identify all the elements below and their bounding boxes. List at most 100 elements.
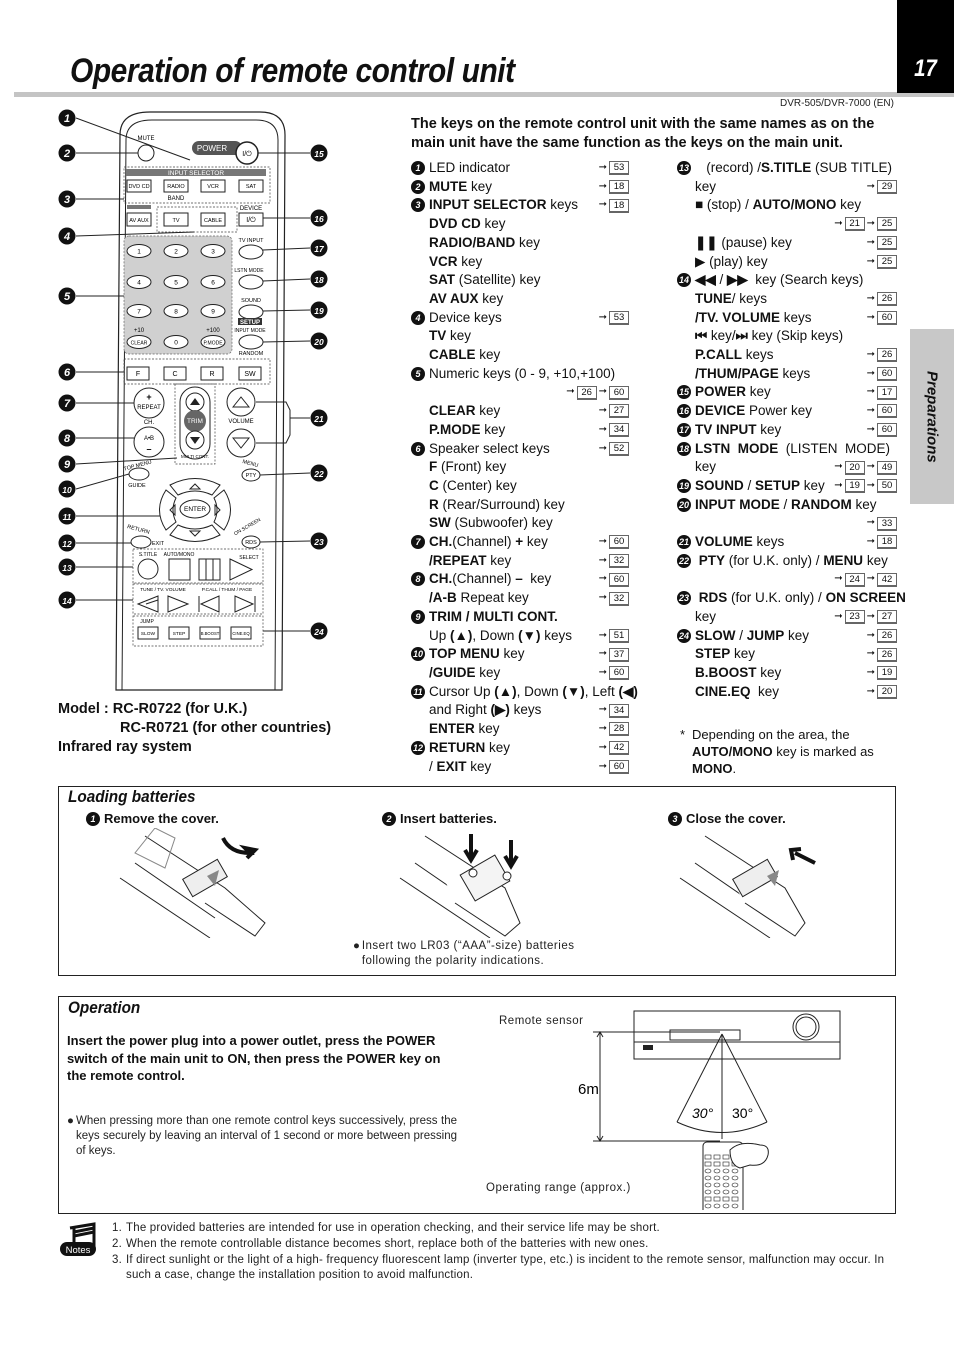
page-reference-book-icon[interactable]: 26 (877, 647, 897, 662)
page-reference-book-icon[interactable]: 26 (877, 628, 897, 643)
mini-remote-key (731, 1203, 739, 1209)
key-description: 8 CH.(Channel) – key (411, 570, 599, 589)
key-list-item: AV AUX key (411, 290, 629, 309)
digit-label: 8 (174, 309, 178, 316)
s-title-label: S.TITLE (139, 552, 158, 558)
page-reference-book-icon[interactable]: 37 (609, 647, 629, 662)
page-reference-book-icon[interactable]: 20 (844, 460, 865, 475)
lstn-mode-button[interactable] (238, 274, 264, 290)
page-reference-book-icon[interactable]: 25 (877, 236, 897, 251)
key-list-item: and Right (▶) keys ➞ 34 (411, 701, 629, 720)
page-references: ➞ 29 (867, 178, 897, 197)
input-mode-button[interactable] (238, 334, 264, 350)
page-reference-book-icon[interactable]: 20 (877, 685, 897, 700)
key-list-item: ➞ 26 ➞ 60 (411, 383, 629, 402)
callout-number: 3 (64, 194, 70, 206)
callout-number: 23 (677, 591, 691, 606)
page-reference-book-icon[interactable]: 32 (609, 591, 629, 606)
mini-remote-key (704, 1154, 712, 1160)
page-reference-book-icon[interactable]: 27 (609, 404, 629, 419)
page-reference-book-icon[interactable]: 26 (877, 292, 897, 307)
callout-number: 1 (64, 113, 70, 125)
return-exit-button[interactable] (130, 535, 152, 549)
key-list-item: 3 INPUT SELECTOR keys ➞ 18 (411, 196, 629, 215)
key-description: / EXIT key (429, 758, 492, 774)
tv-input-button[interactable] (238, 244, 264, 260)
page-reference-book-icon[interactable]: 42 (609, 741, 629, 756)
mini-remote-key (704, 1161, 712, 1167)
pause-button[interactable] (198, 558, 221, 581)
page-reference-book-icon[interactable]: 50 (877, 479, 897, 494)
key-description: DVD CD key (429, 216, 506, 232)
page-references: ➞ 60 (867, 421, 897, 440)
page-reference-book-icon[interactable]: 52 (609, 441, 629, 456)
page-references: ➞ 26 ➞ 60 (566, 383, 629, 402)
page-reference-book-icon[interactable]: 51 (609, 628, 629, 643)
page-reference-book-icon[interactable]: 18 (609, 198, 629, 213)
arrow-icon: ➞ (866, 573, 875, 585)
page-reference-book-icon[interactable]: 26 (576, 385, 597, 400)
arrow-icon: ➞ (598, 723, 607, 735)
arrow-icon: ➞ (866, 255, 875, 267)
page-reference-book-icon[interactable]: 33 (877, 516, 897, 531)
page-reference-book-icon[interactable]: 24 (844, 572, 865, 587)
sound-button[interactable] (238, 304, 264, 320)
page-reference-book-icon[interactable]: 42 (877, 572, 897, 587)
arrow-icon: ➞ (866, 292, 875, 304)
stop-auto-mono-button[interactable] (168, 558, 191, 581)
page-reference-book-icon[interactable]: 25 (877, 217, 897, 232)
page-reference-book-icon[interactable]: 60 (609, 385, 629, 400)
arrow-icon: ➞ (598, 180, 607, 192)
bboost-label: B.BOOST (201, 631, 220, 636)
page-reference-book-icon[interactable]: 60 (609, 666, 629, 681)
batteries-bullet-text: Insert two LR03 (“AAA”-size) batteries f… (361, 940, 575, 967)
step-1-text: Remove the cover. (104, 811, 219, 826)
ch-label: CH. (144, 420, 155, 426)
page-reference-book-icon[interactable]: 60 (877, 367, 897, 382)
volume-up-button[interactable] (226, 387, 256, 417)
callout-number: 5 (64, 291, 71, 303)
page-reference-book-icon[interactable]: 29 (877, 180, 897, 195)
arrow-icon: ➞ (866, 405, 875, 417)
mute-button[interactable] (137, 144, 155, 162)
page-reference-book-icon[interactable]: 17 (877, 385, 897, 400)
page-reference-book-icon[interactable]: 60 (877, 404, 897, 419)
volume-down-button[interactable] (226, 428, 256, 458)
page-reference-book-icon[interactable]: 49 (877, 460, 897, 475)
page-references: ➞ 33 (867, 514, 897, 533)
key-list-item: TUNE/ keys ➞ 26 (677, 290, 897, 309)
note-text: If direct sunlight or the light of a hig… (126, 1253, 885, 1282)
page-reference-book-icon[interactable]: 60 (609, 535, 629, 550)
page-reference-book-icon[interactable]: 18 (877, 535, 897, 550)
step-1-number: 1 (86, 812, 100, 826)
page-reference-book-icon[interactable]: 60 (609, 572, 629, 587)
key-list-item: DVD CD key (411, 215, 629, 234)
page-reference-book-icon[interactable]: 27 (877, 610, 897, 625)
page-reference-book-icon[interactable]: 23 (844, 610, 865, 625)
side-tab-label[interactable]: Preparations (910, 329, 954, 504)
page-reference-book-icon[interactable]: 60 (877, 310, 897, 325)
callout-number: 15 (677, 385, 691, 400)
callout-number: 2 (411, 179, 425, 194)
page-reference-book-icon[interactable]: 18 (609, 180, 629, 195)
page-reference-book-icon[interactable]: 25 (877, 254, 897, 269)
page-reference-book-icon[interactable]: 60 (609, 759, 629, 774)
page-reference-book-icon[interactable]: 53 (609, 310, 629, 325)
page-reference-book-icon[interactable]: 32 (609, 554, 629, 569)
page-reference-book-icon[interactable]: 28 (609, 722, 629, 737)
page-reference-book-icon[interactable]: 19 (877, 666, 897, 681)
page-reference-book-icon[interactable]: 34 (609, 423, 629, 438)
page-reference-book-icon[interactable]: 21 (844, 217, 865, 232)
page-reference-book-icon[interactable]: 53 (609, 161, 629, 176)
page-reference-book-icon[interactable]: 34 (609, 703, 629, 718)
sw-label: SW (244, 371, 256, 378)
page-reference-book-icon[interactable]: 19 (844, 479, 865, 494)
key-description: SAT (Satellite) key (429, 272, 541, 288)
record-stitle-button[interactable] (137, 558, 159, 580)
key-description: 12 RETURN key (411, 739, 511, 755)
page-reference-book-icon[interactable]: 26 (877, 348, 897, 363)
arrow-icon: ➞ (866, 666, 875, 678)
arrow-icon: ➞ (866, 349, 875, 361)
page-reference-book-icon[interactable]: 60 (877, 423, 897, 438)
top-menu-guide-button[interactable] (128, 467, 150, 481)
